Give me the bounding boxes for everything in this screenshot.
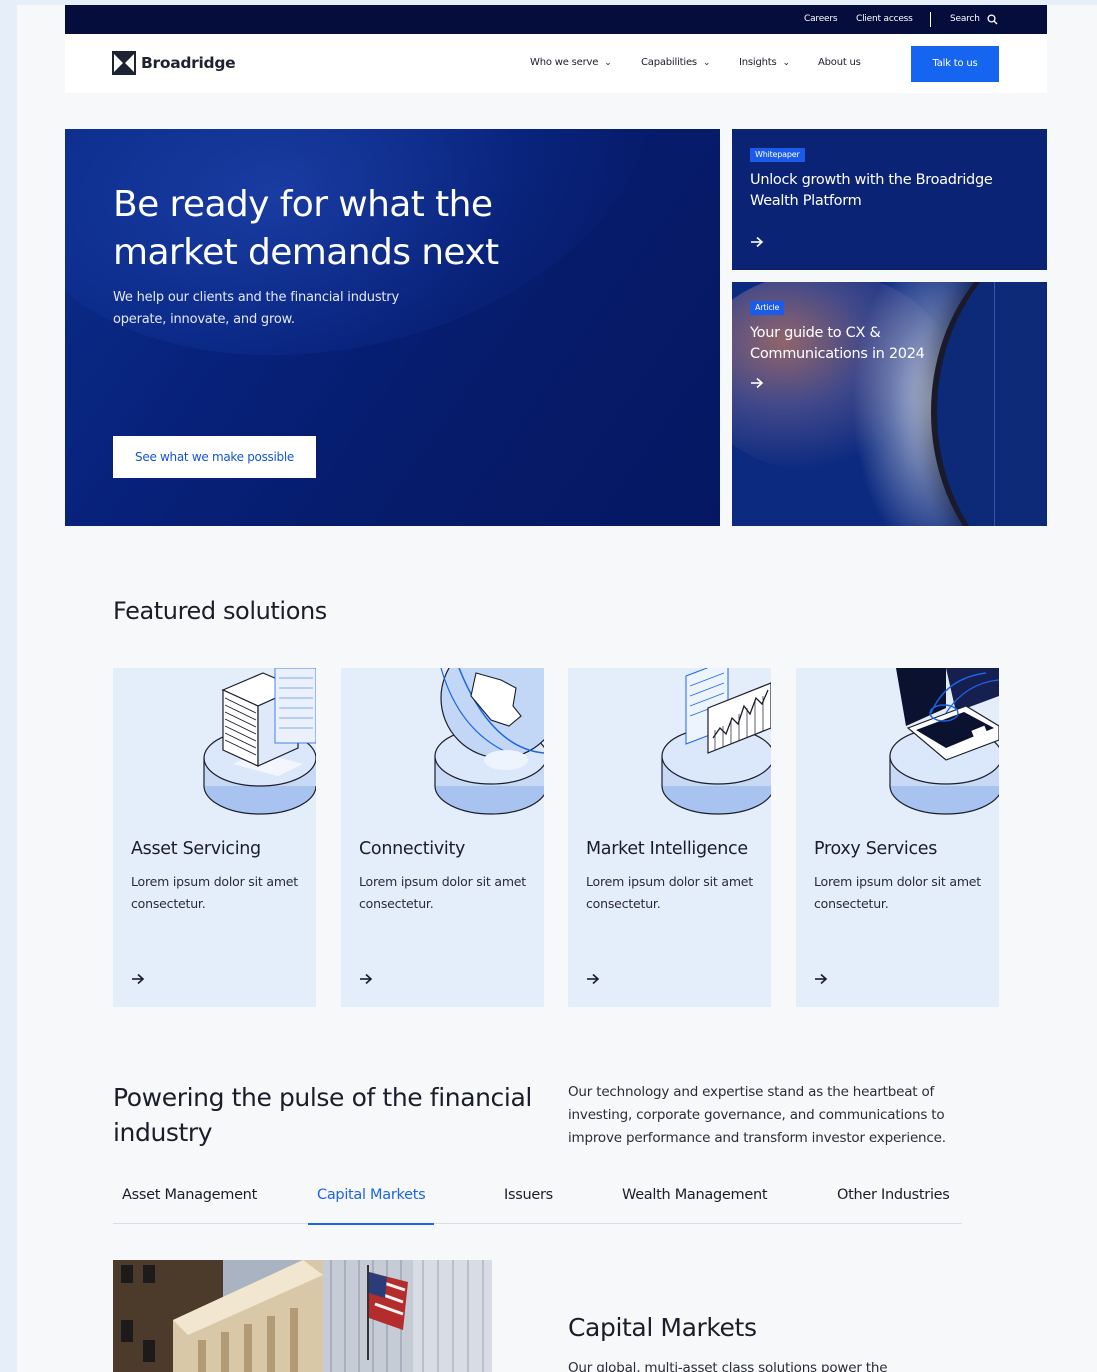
client-access-link[interactable]: Client access [856,14,913,24]
building-illustration-icon [203,668,316,815]
capital-markets-description: Our global, multi-asset class solutions … [568,1360,888,1372]
tab-other-industries[interactable]: Other Industries [837,1187,950,1223]
nav-who-we-serve[interactable]: Who we serve ⌄ [530,57,612,68]
nav-insights[interactable]: Insights ⌄ [739,57,790,68]
featured-solutions-heading: Featured solutions [113,597,327,625]
utility-divider [930,12,931,27]
solution-card-connectivity[interactable]: Connectivity Lorem ipsum dolor sit amet … [341,668,544,1007]
arrow-right-icon[interactable] [814,973,828,985]
solution-description: Lorem ipsum dolor sit amet consectetur. [814,874,981,911]
whitepaper-badge: Whitepaper [750,148,805,162]
arrow-right-icon[interactable] [750,236,764,248]
whitepaper-title: Unlock growth with the Broadridge Wealth… [750,172,993,209]
tab-capital-markets[interactable]: Capital Markets [308,1187,435,1225]
utility-bar: Careers Client access Search [65,5,1047,34]
solution-description: Lorem ipsum dolor sit amet consectetur. [359,874,526,911]
solution-title: Connectivity [359,839,466,859]
article-image-pane [994,282,1047,526]
chevron-down-icon: ⌄ [604,58,612,68]
solution-description: Lorem ipsum dolor sit amet consectetur. [131,874,298,911]
search-icon[interactable] [987,14,998,25]
solution-card-market-intelligence[interactable]: Market Intelligence Lorem ipsum dolor si… [568,668,771,1007]
arrow-right-icon[interactable] [131,973,145,985]
talk-to-us-button[interactable]: Talk to us [911,46,999,82]
see-what-we-make-possible-button[interactable]: See what we make possible [113,436,316,478]
arrow-right-icon[interactable] [750,377,764,389]
solution-card-proxy-services[interactable]: Proxy Services Lorem ipsum dolor sit ame… [796,668,999,1007]
careers-link[interactable]: Careers [804,14,838,24]
hero-subtitle: We help our clients and the financial in… [113,290,399,327]
solution-description: Lorem ipsum dolor sit amet consectetur. [586,874,753,911]
solution-card-asset-servicing[interactable]: Asset Servicing Lorem ipsum dolor sit am… [113,668,316,1007]
broadridge-logo-icon [112,51,136,75]
nav-label: Capabilities [641,57,697,68]
tab-asset-management[interactable]: Asset Management [122,1187,257,1223]
page: Careers Client access Search Broadridge … [17,5,1097,1372]
article-title: Your guide to CX & Communications in 202… [750,325,925,362]
industry-tabs: Asset Management Capital Markets Issuers… [113,1180,962,1225]
capital-markets-heading: Capital Markets [568,1313,757,1342]
nav-label: Insights [739,57,777,68]
chart-illustration-icon [661,668,771,815]
globe-illustration-icon [434,668,544,815]
pulse-heading: Powering the pulse of the financial indu… [113,1083,532,1147]
whitepaper-card[interactable]: Whitepaper Unlock growth with the Broadr… [732,129,1047,270]
main-navigation: Broadridge Who we serve ⌄ Capabilities ⌄ I… [65,34,1047,93]
chevron-down-icon: ⌄ [782,58,791,68]
nav-label: Who we serve [530,57,599,68]
logo-text: Broadridge [141,54,236,72]
chevron-down-icon: ⌄ [702,58,711,68]
article-card[interactable]: Article Your guide to CX & Communication… [732,282,1047,526]
article-badge: Article [750,301,785,315]
stock-exchange-image [113,1260,492,1372]
tab-issuers[interactable]: Issuers [504,1187,553,1223]
laptop-illustration-icon [889,668,999,815]
nav-capabilities[interactable]: Capabilities ⌄ [641,57,710,68]
hero-banner: Be ready for what the market demands nex… [65,129,720,526]
solution-title: Market Intelligence [586,839,748,859]
arrow-right-icon[interactable] [586,973,600,985]
tab-wealth-management[interactable]: Wealth Management [622,1187,768,1223]
stock-exchange-photo [113,1260,492,1372]
pulse-description: Our technology and expertise stand as th… [568,1084,946,1146]
hero-title: Be ready for what the market demands nex… [113,184,499,273]
arrow-right-icon[interactable] [359,973,373,985]
solution-title: Asset Servicing [131,839,261,859]
nav-about-us[interactable]: About us [818,57,861,68]
solution-title: Proxy Services [814,839,938,859]
search-link[interactable]: Search [950,14,980,24]
